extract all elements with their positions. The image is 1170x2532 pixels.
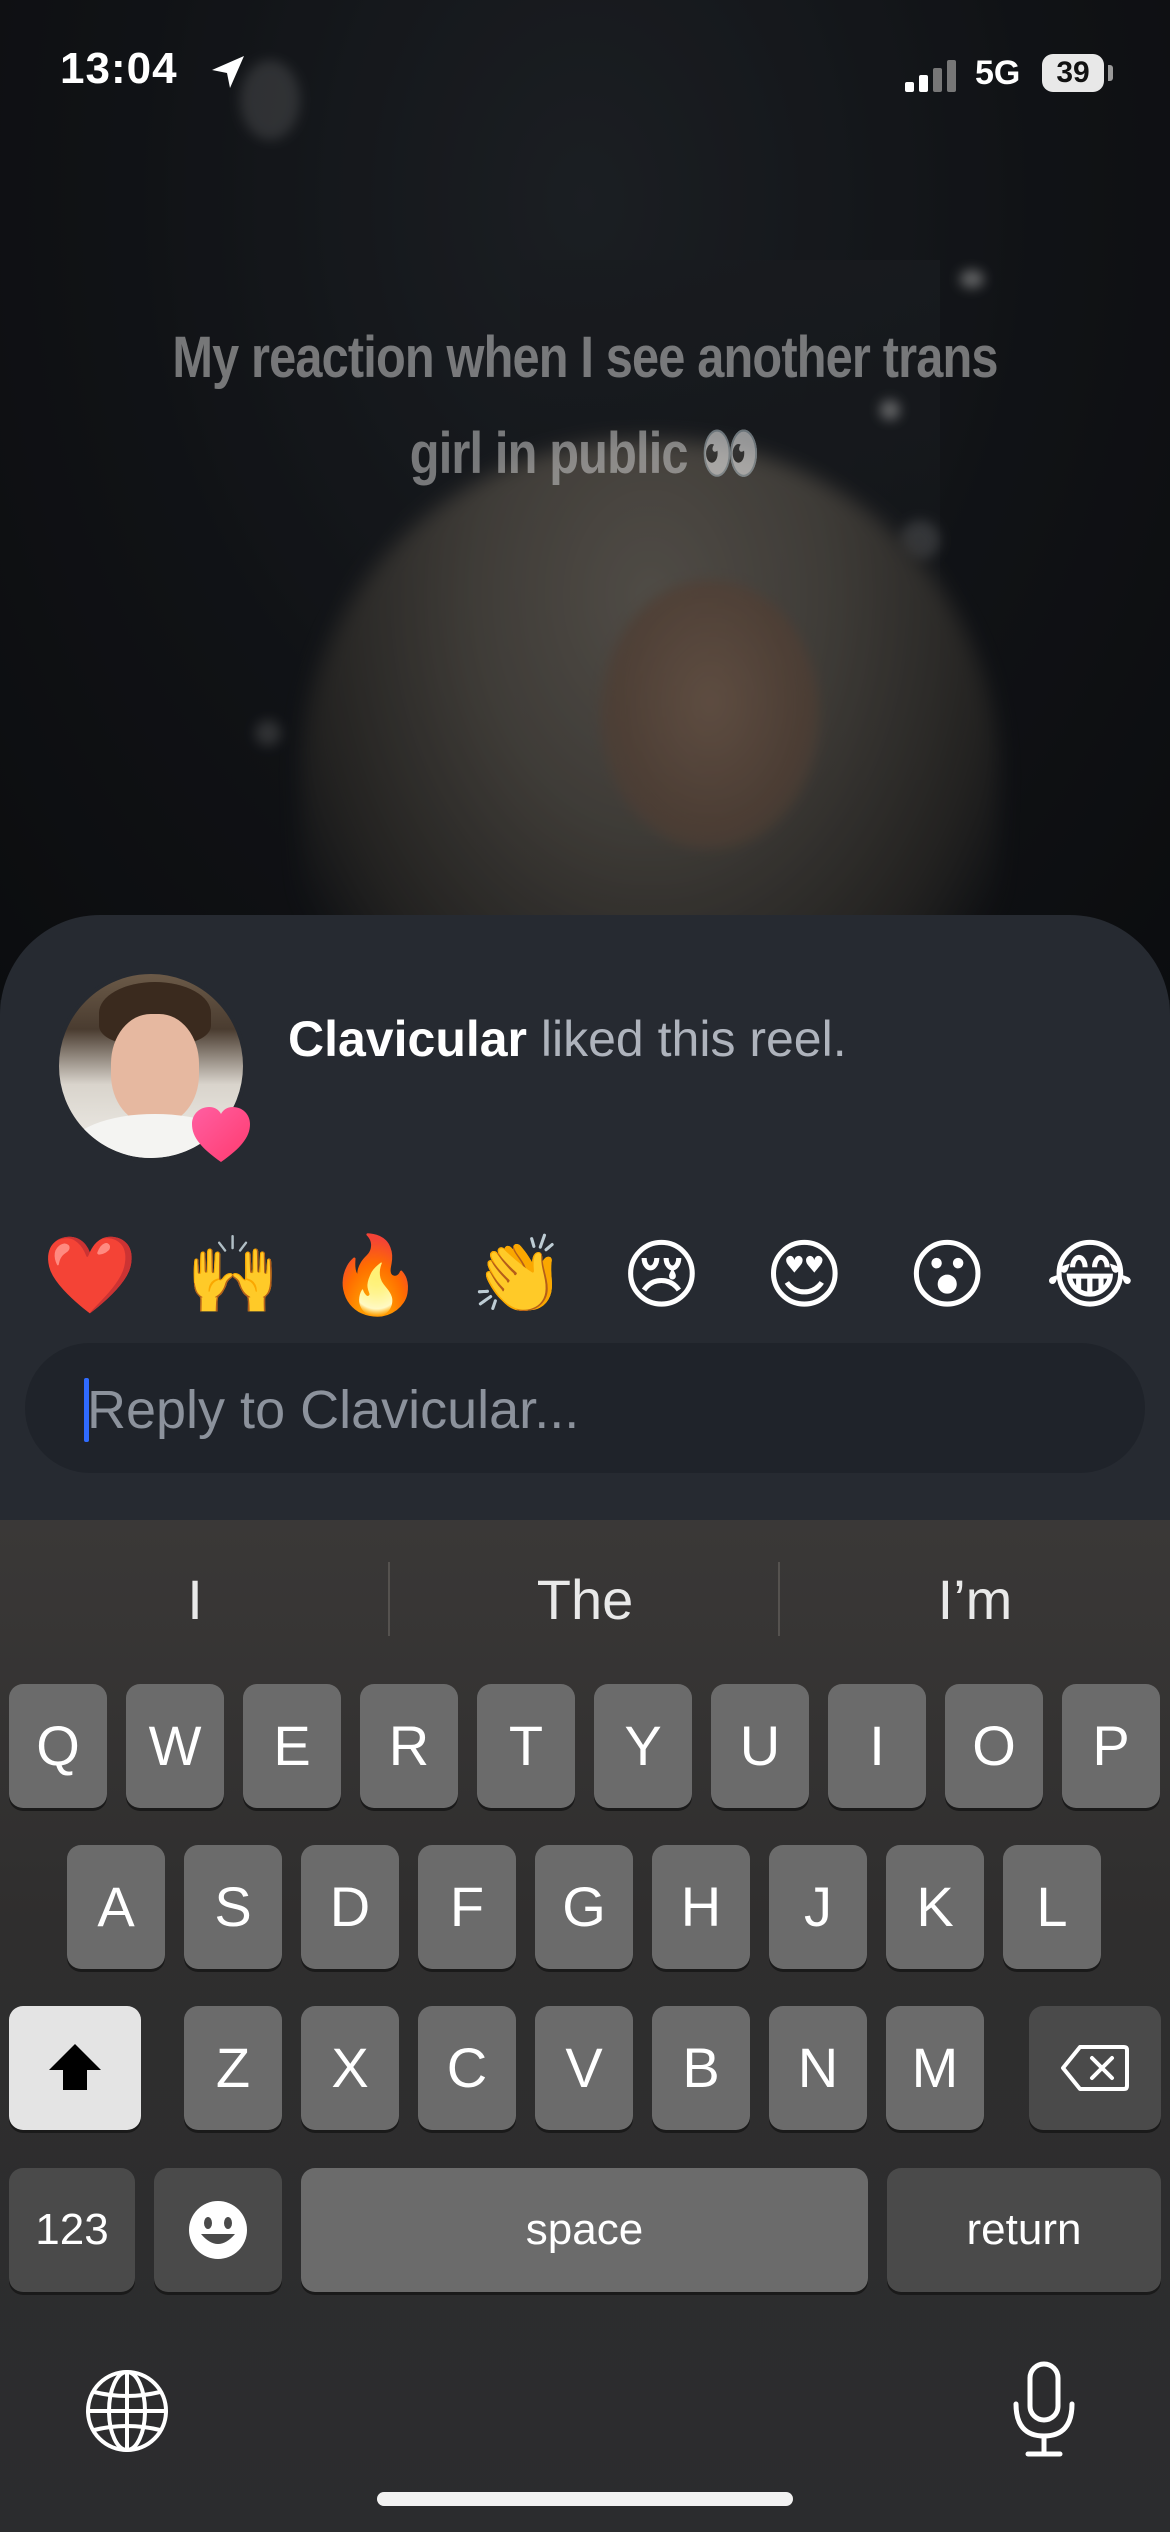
reaction-crying[interactable]: 😢 [601,1230,721,1320]
key-k[interactable]: K [886,1845,984,1969]
reply-placeholder: Reply to Clavicular... [87,1380,580,1440]
quick-reactions: ❤️ 🙌 🔥 👏 😢 😍 😮 😂 [30,1230,1150,1320]
key-j[interactable]: J [769,1845,867,1969]
key-i[interactable]: I [828,1684,926,1808]
key-u[interactable]: U [711,1684,809,1808]
key-p[interactable]: P [1062,1684,1160,1808]
reaction-heart-eyes[interactable]: 😍 [744,1230,864,1320]
key-z[interactable]: Z [184,2006,282,2130]
key-h[interactable]: H [652,1845,750,1969]
like-action-text: liked this reel. [527,1011,847,1067]
suggestion-3[interactable]: I’m [780,1560,1170,1640]
reaction-laughing[interactable]: 😂 [1030,1230,1150,1320]
key-s[interactable]: S [184,1845,282,1969]
like-notification: Clavicular liked this reel. [288,1010,847,1068]
shift-arrow-icon [49,2044,101,2090]
reaction-raised-hands[interactable]: 🙌 [173,1230,293,1320]
home-indicator[interactable] [377,2492,793,2506]
key-o[interactable]: O [945,1684,1043,1808]
reaction-fire[interactable]: 🔥 [316,1230,436,1320]
suggestion-1[interactable]: I [0,1560,390,1640]
status-time: 13:04 [60,44,178,93]
location-arrow-icon [212,56,244,88]
backspace-icon [1061,2045,1129,2091]
heart-icon [192,1107,250,1162]
key-w[interactable]: W [126,1684,224,1808]
shift-key[interactable] [9,2006,141,2130]
suggestion-2[interactable]: The [390,1560,780,1640]
key-r[interactable]: R [360,1684,458,1808]
globe-icon[interactable] [84,2368,170,2454]
space-key[interactable]: space [301,2168,868,2292]
backspace-key[interactable] [1029,2006,1161,2130]
key-v[interactable]: V [535,2006,633,2130]
emoji-face-icon [189,2201,247,2259]
key-e[interactable]: E [243,1684,341,1808]
key-n[interactable]: N [769,2006,867,2130]
key-t[interactable]: T [477,1684,575,1808]
battery-indicator: 39 [1042,54,1104,92]
caption-line-1: My reaction when I see another trans [172,325,998,390]
caption-line-2: girl in public 👀 [409,421,761,486]
emoji-key[interactable] [154,2168,282,2292]
cell-signal-icon [905,60,956,92]
return-key[interactable]: return [887,2168,1161,2292]
key-x[interactable]: X [301,2006,399,2130]
avatar-head [111,1014,199,1124]
reaction-clap[interactable]: 👏 [459,1230,579,1320]
reaction-heart[interactable]: ❤️ [30,1230,150,1320]
reel-caption: My reaction when I see another trans gir… [94,310,1077,502]
liker-username[interactable]: Clavicular [288,1011,527,1067]
reply-input[interactable]: Reply to Clavicular... [25,1343,1145,1473]
status-bar: 13:04 5G 39 [0,0,1170,150]
key-g[interactable]: G [535,1845,633,1969]
key-l[interactable]: L [1003,1845,1101,1969]
key-c[interactable]: C [418,2006,516,2130]
key-y[interactable]: Y [594,1684,692,1808]
microphone-icon[interactable] [1004,2360,1084,2460]
reaction-surprised[interactable]: 😮 [887,1230,1007,1320]
key-m[interactable]: M [886,2006,984,2130]
key-d[interactable]: D [301,1845,399,1969]
key-f[interactable]: F [418,1845,516,1969]
battery-tip [1108,65,1113,81]
network-type: 5G [975,54,1021,92]
key-a[interactable]: A [67,1845,165,1969]
numbers-key[interactable]: 123 [9,2168,135,2292]
key-b[interactable]: B [652,2006,750,2130]
key-q[interactable]: Q [9,1684,107,1808]
